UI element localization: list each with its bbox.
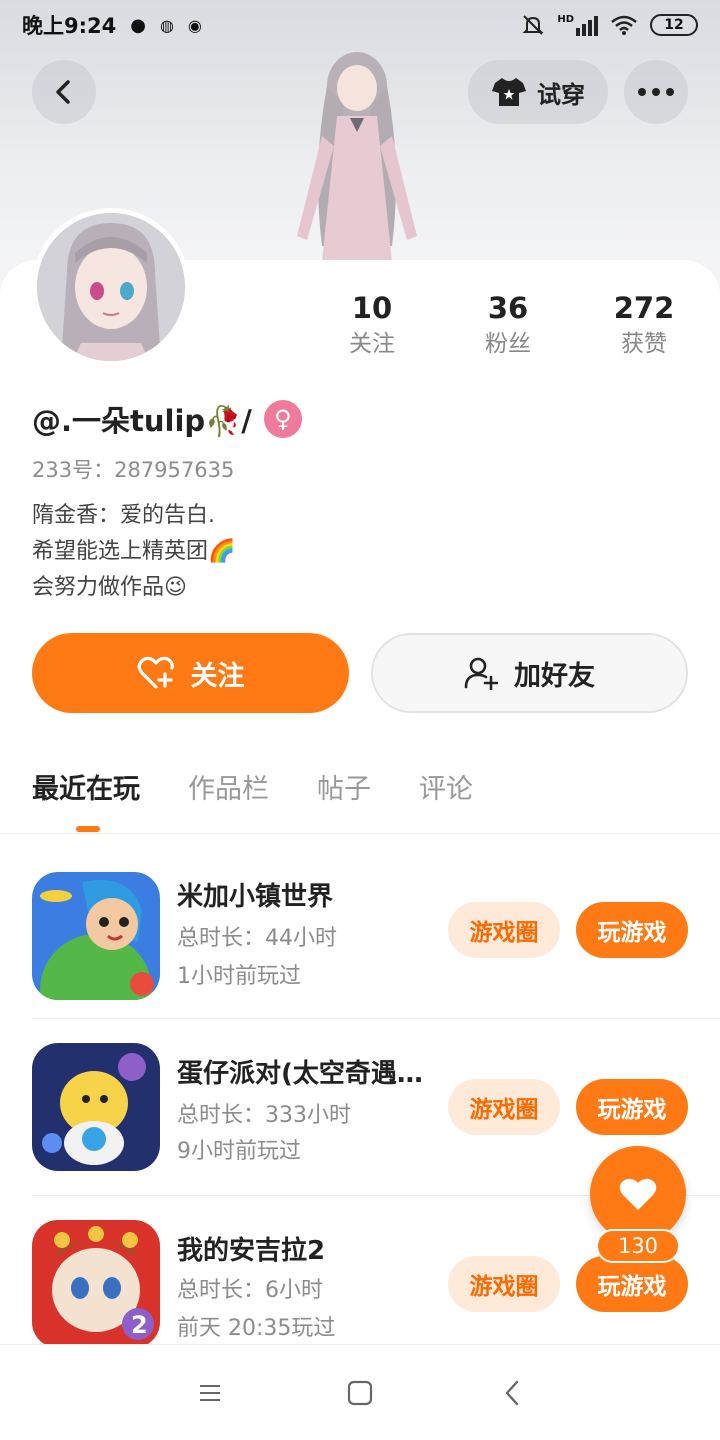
bio-line: 会努力做作品😉	[32, 575, 187, 600]
add-friend-button[interactable]: 加好友	[371, 633, 688, 713]
tab-posts[interactable]: 帖子	[317, 770, 371, 810]
username-row: @.一朵tulip🥀/ ♀	[32, 398, 302, 440]
active-tab-indicator	[76, 826, 100, 832]
game-title: 蛋仔派对(太空奇遇…	[177, 1059, 423, 1089]
tab-recently-played[interactable]: 最近在玩	[32, 770, 140, 810]
avatar-3d-figure	[297, 52, 417, 262]
more-button[interactable]	[624, 60, 688, 124]
stat-likes[interactable]: 272 获赞	[584, 290, 704, 362]
add-friend-label: 加好友	[514, 660, 595, 692]
svg-text:2: 2	[131, 1311, 148, 1339]
username: @.一朵tulip🥀/	[32, 404, 252, 438]
nav-back-button[interactable]	[494, 1375, 530, 1411]
stat-following-value: 10	[351, 291, 393, 325]
game-circle-button[interactable]: 游戏圈	[448, 1256, 560, 1312]
game-icon-miga	[32, 872, 160, 1000]
try-on-button[interactable]: 试穿	[468, 60, 608, 124]
shirt-icon	[492, 78, 526, 106]
stat-likes-value: 272	[613, 291, 675, 325]
stat-following[interactable]: 10 关注	[312, 290, 432, 362]
nav-back-icon	[505, 1380, 519, 1406]
status-bar: 晚上9:24 ● ◍ ◉ HD 12	[0, 0, 720, 50]
app-notification-icon: ◍	[159, 15, 174, 35]
home-button[interactable]	[342, 1375, 378, 1411]
game-duration: 总时长：333小时	[177, 1103, 351, 1128]
try-on-label: 试穿	[537, 80, 585, 109]
bio-line: 隋金香：爱的告白.	[32, 503, 215, 528]
game-last-played: 1小时前玩过	[177, 964, 301, 989]
signal-icon: HD	[557, 14, 598, 36]
play-game-button[interactable]: 玩游戏	[576, 1256, 688, 1312]
stat-fans[interactable]: 36 粉丝	[448, 290, 568, 362]
wifi-icon	[611, 15, 637, 35]
add-user-icon	[464, 657, 498, 690]
avatar[interactable]	[32, 208, 190, 366]
game-last-played: 前天 20:35玩过	[177, 1316, 336, 1341]
game-title: 我的安吉拉2	[177, 1236, 326, 1266]
battery-indicator: 12	[650, 14, 698, 36]
like-button[interactable]	[590, 1146, 686, 1242]
profile-page: 晚上9:24 ● ◍ ◉ HD 12 试穿 10 关注 36 粉丝 272 获赞…	[0, 0, 720, 1440]
game-circle-button[interactable]: 游戏圈	[448, 902, 560, 958]
play-game-button[interactable]: 玩游戏	[576, 902, 688, 958]
game-title: 米加小镇世界	[177, 882, 334, 912]
game-duration: 总时长：44小时	[177, 926, 337, 951]
game-circle-button[interactable]: 游戏圈	[448, 1079, 560, 1135]
network-type: HD	[557, 14, 574, 25]
home-icon	[347, 1380, 373, 1406]
bio-line: 希望能选上精英团🌈	[32, 539, 236, 564]
stat-following-label: 关注	[349, 331, 395, 357]
like-count: 130	[596, 1229, 680, 1263]
status-time: 晚上9:24	[22, 14, 117, 38]
tab-works[interactable]: 作品栏	[188, 770, 269, 810]
game-last-played: 9小时前玩过	[177, 1139, 301, 1164]
bio: 隋金香：爱的告白. 希望能选上精英团🌈 会努力做作品😉	[32, 498, 235, 606]
tab-comments[interactable]: 评论	[419, 770, 473, 810]
app-notification-icon-2: ◉	[187, 15, 202, 35]
user-id: 233号：287957635	[32, 458, 235, 482]
heart-plus-icon	[137, 656, 174, 689]
menu-button[interactable]	[192, 1375, 228, 1411]
female-gender-icon: ♀	[263, 400, 302, 438]
back-icon	[56, 80, 70, 104]
stat-fans-label: 粉丝	[485, 331, 531, 357]
menu-icon	[200, 1385, 220, 1401]
game-list-item[interactable]: 米加小镇世界 总时长：44小时 1小时前玩过 游戏圈 玩游戏	[0, 842, 720, 1018]
tabs-divider	[0, 833, 720, 834]
follow-button[interactable]: 关注	[32, 633, 349, 713]
mute-bell-icon	[522, 15, 544, 35]
game-icon-angela: 2	[32, 1220, 160, 1348]
chat-notification-icon: ●	[130, 14, 146, 36]
profile-tabs: 最近在玩 作品栏 帖子 评论	[32, 770, 473, 810]
more-icon	[638, 88, 674, 96]
play-game-button[interactable]: 玩游戏	[576, 1079, 688, 1135]
stat-likes-label: 获赞	[621, 331, 667, 357]
follow-label: 关注	[190, 660, 245, 692]
heart-icon	[619, 1178, 657, 1210]
game-duration: 总时长：6小时	[177, 1278, 323, 1303]
avatar-image	[37, 213, 185, 361]
stat-fans-value: 36	[487, 291, 529, 325]
game-icon-eggy-party	[32, 1043, 160, 1171]
back-button[interactable]	[32, 60, 96, 124]
system-nav-bar	[0, 1344, 720, 1440]
